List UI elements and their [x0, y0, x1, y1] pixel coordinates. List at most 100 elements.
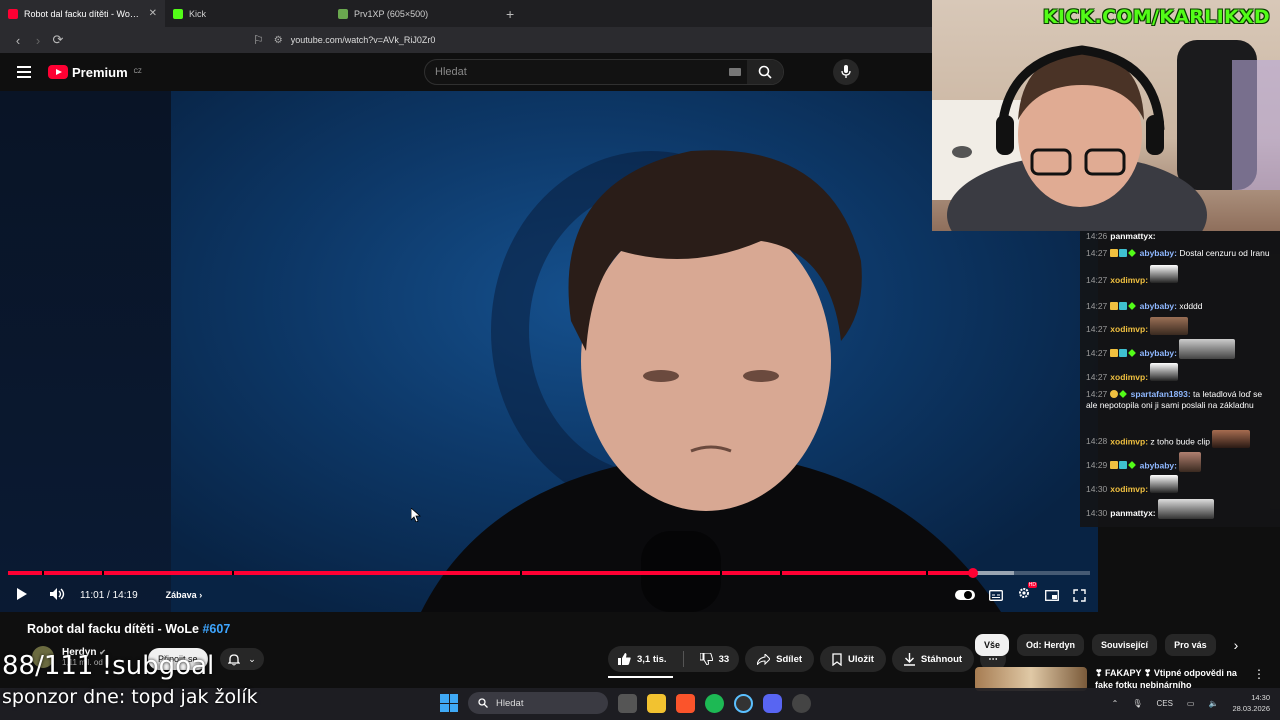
sub-badge-icon — [1119, 302, 1128, 310]
voice-search-button[interactable] — [833, 59, 859, 85]
app-icon[interactable] — [734, 693, 753, 713]
share-icon — [757, 653, 771, 665]
tab-image[interactable]: Prv1XP (605×500) — [330, 0, 500, 27]
volume-icon[interactable]: 🔈 — [1208, 699, 1218, 708]
chat-message: 14:27 abybaby: — [1086, 338, 1274, 359]
bookmark-icon — [832, 652, 842, 666]
chip-related[interactable]: Související — [1092, 634, 1158, 656]
play-button[interactable] — [16, 587, 28, 603]
like-button[interactable]: 3,1 tis. — [608, 646, 677, 672]
emote-image — [1179, 452, 1202, 472]
clock[interactable]: 14:30 28.03.2026 — [1232, 692, 1270, 714]
image-favicon-icon — [338, 8, 348, 19]
crown-badge-icon — [1110, 249, 1119, 257]
chat-message: 14:26 panmattyx: — [1086, 231, 1274, 242]
discord-icon[interactable] — [763, 693, 782, 713]
player-right-controls: HD — [955, 581, 1098, 606]
url-field[interactable]: ⚙ youtube.com/watch?v=AVk_RiJ0Zr0 — [274, 30, 932, 50]
share-button[interactable]: Sdílet — [745, 646, 815, 672]
chevron-up-icon[interactable]: ⌃ — [1112, 699, 1119, 708]
chapter-marker — [720, 571, 722, 575]
mic-icon[interactable]: 🎙 — [1132, 699, 1142, 708]
chat-message: 14:27 xodimvp: — [1086, 316, 1274, 335]
network-icon[interactable]: ▭ — [1187, 699, 1195, 708]
seek-bar[interactable] — [8, 568, 1090, 578]
download-button[interactable]: Stáhnout — [891, 646, 975, 672]
brave-browser-icon[interactable] — [676, 693, 695, 713]
miniplayer-icon[interactable] — [1045, 589, 1059, 601]
chip-for-you[interactable]: Pro vás — [1165, 634, 1216, 656]
region-code: CZ — [133, 69, 142, 75]
video-letterbox — [0, 91, 171, 612]
spotify-icon[interactable] — [705, 693, 724, 713]
tab-title: Kick — [189, 8, 207, 19]
chat-timestamp: 14:27 — [1086, 275, 1108, 285]
forward-icon[interactable]: › — [28, 33, 48, 48]
time-display: 11:01 / 14:19 — [80, 589, 138, 601]
chapter-button[interactable]: Zábava › — [166, 590, 203, 600]
presenter-image — [421, 150, 1001, 612]
reload-icon[interactable]: ⟳ — [48, 32, 68, 48]
gift-badge-icon — [1110, 390, 1119, 398]
menu-icon[interactable] — [17, 66, 31, 78]
search-button[interactable] — [747, 60, 783, 84]
windows-start-icon[interactable] — [440, 694, 458, 712]
share-label: Sdílet — [776, 653, 803, 665]
language-indicator[interactable]: CES — [1156, 699, 1172, 708]
chapter-marker — [780, 571, 782, 575]
chat-timestamp: 14:29 — [1086, 460, 1108, 471]
chapter-marker — [232, 571, 234, 575]
settings-button[interactable]: HD — [1017, 581, 1037, 605]
emote-image — [1212, 430, 1251, 448]
back-icon[interactable]: ‹ — [8, 33, 28, 48]
new-tab-icon[interactable]: + — [506, 6, 514, 22]
subscribe-bell-button[interactable]: ⌄ — [220, 648, 264, 670]
site-info-icon[interactable]: ⚙ — [274, 35, 283, 46]
taskbar-search[interactable]: Hledat — [468, 692, 608, 714]
player-controls: 11:01 / 14:19 Zábava › HD — [0, 581, 1098, 606]
autoplay-toggle[interactable] — [955, 590, 975, 600]
chapter-marker — [520, 571, 522, 575]
chip-from-channel[interactable]: Od: Herdyn — [1017, 634, 1085, 656]
chat-username: xodimvp: — [1110, 484, 1149, 494]
system-tray: ⌃ 🎙 CES ▭ 🔈 14:30 28.03.2026 — [1112, 692, 1270, 714]
chat-timestamp: 14:27 — [1086, 389, 1108, 399]
dislike-button[interactable]: 33 — [690, 646, 740, 672]
kick-badge-icon — [1128, 302, 1137, 310]
kick-badge-icon — [1128, 249, 1137, 257]
chat-username: xodimvp: — [1110, 436, 1149, 447]
chip-all[interactable]: Vše — [975, 634, 1010, 656]
chat-username: panmattyx: — [1110, 231, 1156, 241]
bookmark-icon[interactable]: ⚐ — [253, 33, 264, 47]
search-input[interactable]: Hledat — [424, 59, 784, 85]
chat-timestamp: 14:30 — [1086, 508, 1108, 518]
chevron-right-icon[interactable]: › — [1234, 637, 1239, 653]
subtitles-icon[interactable] — [989, 589, 1003, 601]
settings-app-icon[interactable] — [792, 693, 811, 713]
thumbs-up-icon — [618, 653, 631, 665]
task-view-icon[interactable] — [618, 693, 637, 713]
youtube-logo[interactable]: Premium CZ — [48, 65, 142, 80]
chapter-marker — [926, 571, 928, 575]
tab-title: Prv1XP (605×500) — [354, 8, 429, 19]
tab-youtube[interactable]: Robot dal facku dítěti - WoLe #607 ✕ — [0, 0, 165, 27]
fullscreen-icon[interactable] — [1073, 588, 1086, 602]
volume-button[interactable] — [50, 587, 66, 603]
streamer-webcam: KICK.COM/KARLIKXD — [932, 0, 1280, 231]
download-icon — [903, 652, 915, 666]
crown-badge-icon — [1110, 302, 1119, 310]
file-explorer-icon[interactable] — [647, 693, 666, 713]
keyboard-icon[interactable] — [729, 68, 741, 76]
sub-badge-icon — [1119, 249, 1128, 257]
logo-text: Premium — [72, 64, 128, 80]
hashtag-link[interactable]: #607 — [202, 622, 230, 636]
chat-message: 14:30 xodimvp: — [1086, 474, 1274, 495]
chat-timestamp: 14:27 — [1086, 324, 1108, 334]
chat-message: 14:27 xodimvp: — [1086, 264, 1274, 286]
tab-kick[interactable]: Kick — [165, 0, 330, 27]
save-button[interactable]: Uložit — [820, 646, 886, 672]
mouse-cursor-icon — [411, 508, 421, 522]
crown-badge-icon — [1110, 461, 1119, 470]
close-tab-icon[interactable]: ✕ — [149, 8, 157, 19]
seek-handle[interactable] — [967, 568, 978, 578]
